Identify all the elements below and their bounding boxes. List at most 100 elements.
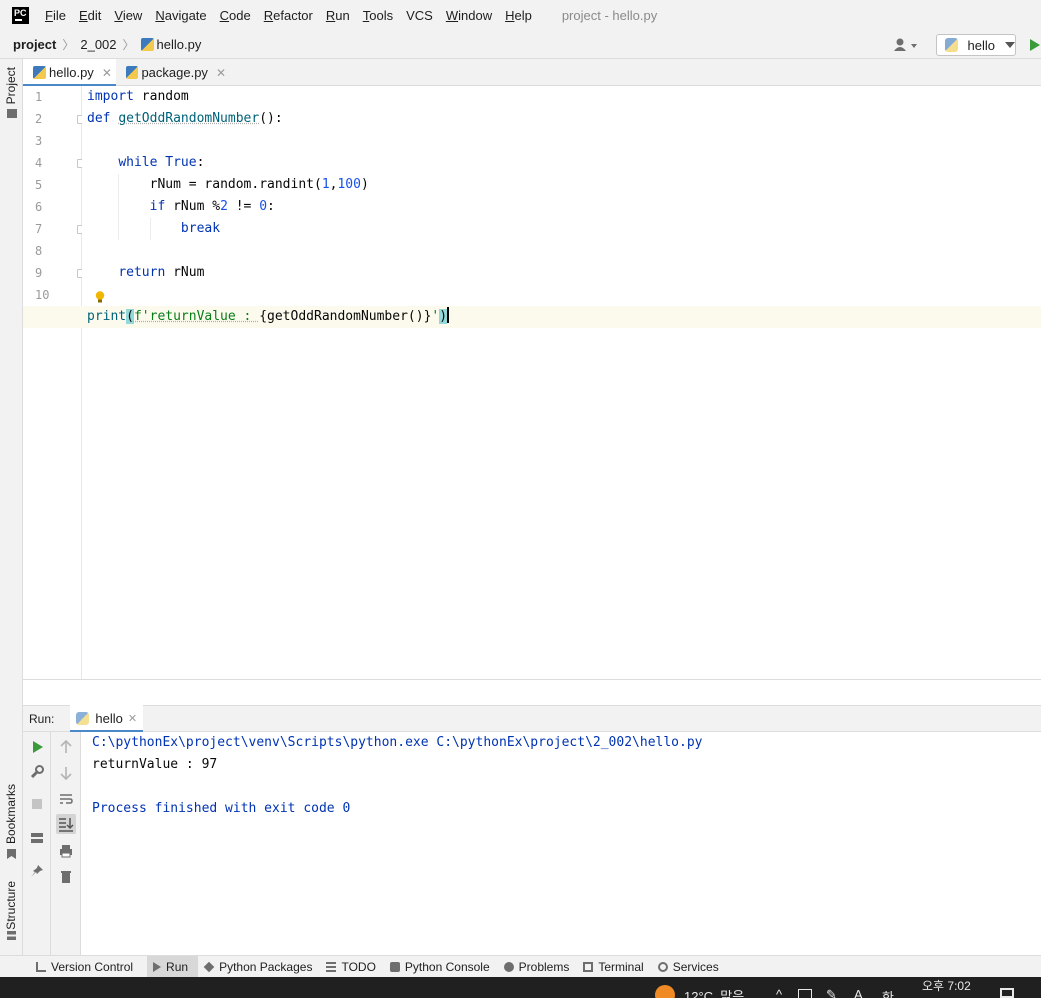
chevron-down-icon <box>1005 42 1015 48</box>
editor-tab-bar: hello.py ✕ package.py ✕ <box>23 59 1041 87</box>
console-line-command: C:\pythonEx\project\venv\Scripts\python.… <box>92 735 703 750</box>
folder-icon <box>7 109 17 118</box>
menu-navigate[interactable]: Navigate <box>155 8 206 23</box>
python-packages-tab[interactable]: Python Packages <box>203 956 320 978</box>
menu-view[interactable]: View <box>114 8 142 23</box>
run-configuration-dropdown[interactable]: hello <box>936 34 1016 56</box>
code-line-9: return rNum <box>118 265 205 280</box>
menu-window[interactable]: Window <box>446 8 492 23</box>
network-icon[interactable] <box>798 989 812 998</box>
python-file-icon <box>126 66 139 79</box>
services-tab[interactable]: Services <box>657 956 727 978</box>
breadcrumb-folder[interactable]: 2_002 <box>80 37 116 52</box>
bookmarks-tool-tab[interactable]: Bookmarks <box>4 784 18 844</box>
python-console-tab[interactable]: Python Console <box>389 956 498 978</box>
tray-chevron-icon[interactable]: ^ <box>776 987 782 998</box>
code-line-7: break <box>180 221 221 236</box>
weather-text[interactable]: 12°C 맑음 <box>684 986 744 998</box>
version-control-tab[interactable]: Version Control <box>36 956 141 978</box>
arrow-up-icon[interactable] <box>58 739 74 755</box>
weather-sun-icon[interactable] <box>655 985 675 998</box>
branch-icon <box>36 961 46 972</box>
line-number: 7 <box>35 222 43 236</box>
rerun-icon[interactable] <box>29 739 45 755</box>
pin-icon[interactable] <box>29 863 45 879</box>
play-icon <box>153 961 162 972</box>
run-tab-hello[interactable]: hello ✕ <box>70 705 144 732</box>
ime-hangul-icon[interactable]: 한 <box>882 987 894 998</box>
structure-icon <box>7 931 16 940</box>
python-logo-icon <box>945 38 958 52</box>
menu-vcs[interactable]: VCS <box>406 8 433 23</box>
breadcrumb-separator-icon: 〉 <box>122 38 135 52</box>
window-title: project - hello.py <box>561 8 658 23</box>
editor-tab-label: hello.py <box>49 65 94 80</box>
menu-code[interactable]: Code <box>220 8 251 23</box>
terminal-icon <box>583 961 594 972</box>
os-taskbar: 12°C 맑음 ^ ✎ A 한 오후 7:02 <box>0 977 1041 998</box>
python-file-icon <box>140 38 154 51</box>
soft-wrap-icon[interactable] <box>58 791 74 807</box>
pycharm-logo-icon: PC <box>12 7 29 24</box>
pen-icon[interactable]: ✎ <box>826 987 837 998</box>
trash-icon[interactable] <box>58 868 74 884</box>
line-number: 8 <box>35 244 43 258</box>
console-line-output: returnValue : 97 <box>92 757 218 772</box>
menu-tools[interactable]: Tools <box>363 8 393 23</box>
editor-tab-package[interactable]: package.py ✕ <box>116 59 226 86</box>
info-icon <box>503 961 514 972</box>
scroll-to-end-icon[interactable] <box>56 814 76 834</box>
project-tool-tab[interactable]: Project <box>4 67 18 104</box>
system-clock[interactable]: 오후 7:02 <box>922 977 971 994</box>
menu-file[interactable]: File <box>45 8 66 23</box>
editor-gutter[interactable]: 1 2 3 4 5 6 7 8 9 10 11 <box>23 86 85 679</box>
close-icon[interactable]: ✕ <box>216 66 226 80</box>
layout-icon[interactable] <box>29 830 45 846</box>
line-number: 5 <box>35 178 43 192</box>
menu-edit[interactable]: Edit <box>79 8 101 23</box>
close-icon[interactable]: ✕ <box>102 66 112 80</box>
lightbulb-intention-icon[interactable] <box>95 291 105 303</box>
input-mode-icon[interactable]: A <box>854 987 863 998</box>
run-tab-label: hello <box>95 711 123 726</box>
navigation-bar: project 〉 2_002 〉 hello.py hello <box>0 31 1041 59</box>
terminal-tab[interactable]: Terminal <box>583 956 651 978</box>
close-icon[interactable]: ✕ <box>128 712 137 725</box>
editor-scroll-area <box>23 679 1041 705</box>
structure-tool-tab[interactable]: Structure <box>4 881 18 930</box>
code-line-2: def getOddRandomNumber(): <box>87 111 283 126</box>
arrow-down-icon[interactable] <box>58 765 74 781</box>
notification-icon[interactable] <box>1000 988 1014 998</box>
problems-tab[interactable]: Problems <box>503 956 578 978</box>
menu-refactor[interactable]: Refactor <box>264 8 313 23</box>
breadcrumb-project[interactable]: project <box>13 37 56 52</box>
line-number: 2 <box>35 112 43 126</box>
list-icon <box>326 961 337 972</box>
line-number: 9 <box>35 266 43 280</box>
user-account-icon[interactable] <box>893 38 919 52</box>
editor-tab-label: package.py <box>141 65 208 80</box>
run-configuration-label: hello <box>967 37 995 53</box>
menu-run[interactable]: Run <box>326 8 350 23</box>
editor-tab-hello[interactable]: hello.py ✕ <box>23 59 116 87</box>
stop-icon[interactable] <box>29 796 45 812</box>
breadcrumb-file[interactable]: hello.py <box>157 37 202 52</box>
run-console-output[interactable]: C:\pythonEx\project\venv\Scripts\python.… <box>81 732 1041 955</box>
run-tool-tab[interactable]: Run <box>147 955 199 978</box>
breadcrumb-separator-icon: 〉 <box>62 38 75 52</box>
code-line-6: if rNum %2 != 0: <box>149 199 275 214</box>
menu-help[interactable]: Help <box>505 8 532 23</box>
wrench-settings-icon[interactable] <box>29 764 45 780</box>
run-toolbar-secondary <box>51 732 81 955</box>
todo-tab[interactable]: TODO <box>326 956 383 978</box>
code-editor[interactable]: import random def getOddRandomNumber(): … <box>23 86 1041 679</box>
run-play-button[interactable] <box>1030 39 1040 51</box>
print-icon[interactable] <box>58 843 74 859</box>
line-number: 10 <box>35 288 50 302</box>
python-console-icon <box>389 961 400 972</box>
python-logo-icon <box>76 712 90 725</box>
run-panel-header: Run: hello ✕ <box>23 705 1041 732</box>
code-line-11: print(f'returnValue : {getOddRandomNumbe… <box>87 307 450 324</box>
run-panel-label: Run: <box>29 711 55 726</box>
line-number: 1 <box>35 90 43 104</box>
